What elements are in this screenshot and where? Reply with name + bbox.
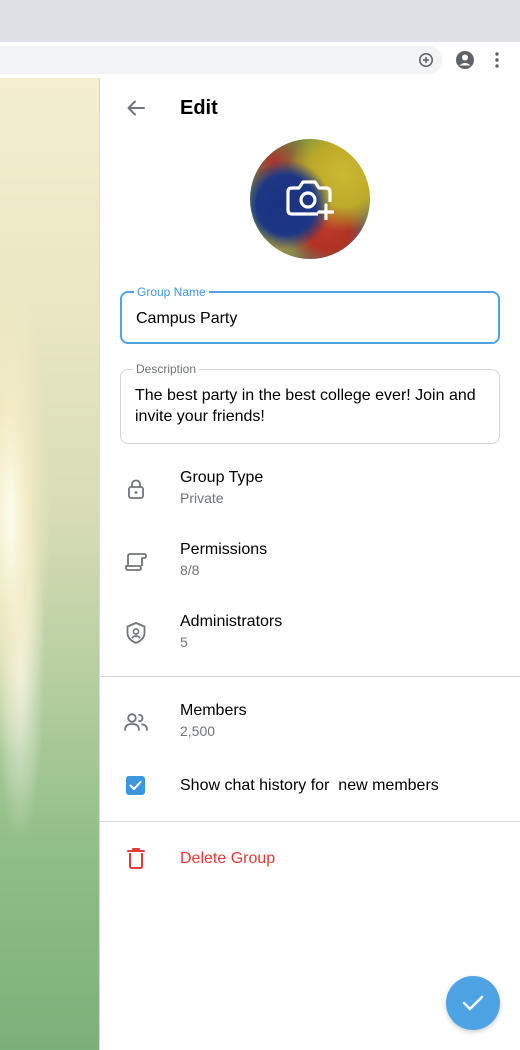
chat-history-checkbox[interactable] [126,776,145,795]
chat-history-label[interactable]: Show chat history for new members [180,777,439,795]
permissions-icon [122,547,150,575]
delete-icon[interactable] [124,846,148,870]
page-title: Edit [180,97,218,119]
users-icon [122,708,150,736]
group-avatar-upload[interactable] [250,139,370,259]
address-bar[interactable] [0,46,442,74]
more-vert-icon[interactable] [487,50,507,70]
shield-user-icon [122,619,150,647]
arrow-left-icon [127,100,145,116]
chat-background [0,78,100,1050]
zoom-icon[interactable] [416,50,436,70]
description-field[interactable]: Description The best party in the best c… [120,362,500,444]
group-name-field[interactable]: Group Name Campus Party [120,285,500,344]
add-photo-icon [286,180,334,220]
description-label: Description [133,362,200,376]
check-icon [129,781,142,790]
delete-group-button[interactable]: Delete Group [180,850,275,868]
checkmark-icon [462,995,484,1011]
members-title: Members [180,702,247,719]
account-icon[interactable] [455,50,475,70]
lock-icon [122,475,150,503]
administrators-title: Administrators [180,613,283,630]
permissions-row[interactable]: Permissions 8/8 [100,541,520,601]
permissions-value: 8/8 [180,562,200,578]
members-row[interactable]: Members 2,500 [100,702,520,762]
back-button[interactable] [120,92,152,124]
group-name-label: Group Name [134,285,209,299]
group-type-row[interactable]: Group Type Private [100,469,520,529]
group-name-value[interactable]: Campus Party [136,308,237,329]
permissions-title: Permissions [180,541,268,558]
save-button[interactable] [446,976,500,1030]
browser-tab-strip [0,0,520,42]
group-type-value: Private [180,490,224,506]
section-divider [100,821,520,822]
description-value[interactable]: The best party in the best college ever!… [135,385,485,427]
browser-toolbar [0,42,520,78]
group-type-title: Group Type [180,469,264,486]
administrators-row[interactable]: Administrators 5 [100,613,520,673]
administrators-value: 5 [180,634,188,650]
members-count: 2,500 [180,723,216,739]
section-divider [100,676,520,677]
